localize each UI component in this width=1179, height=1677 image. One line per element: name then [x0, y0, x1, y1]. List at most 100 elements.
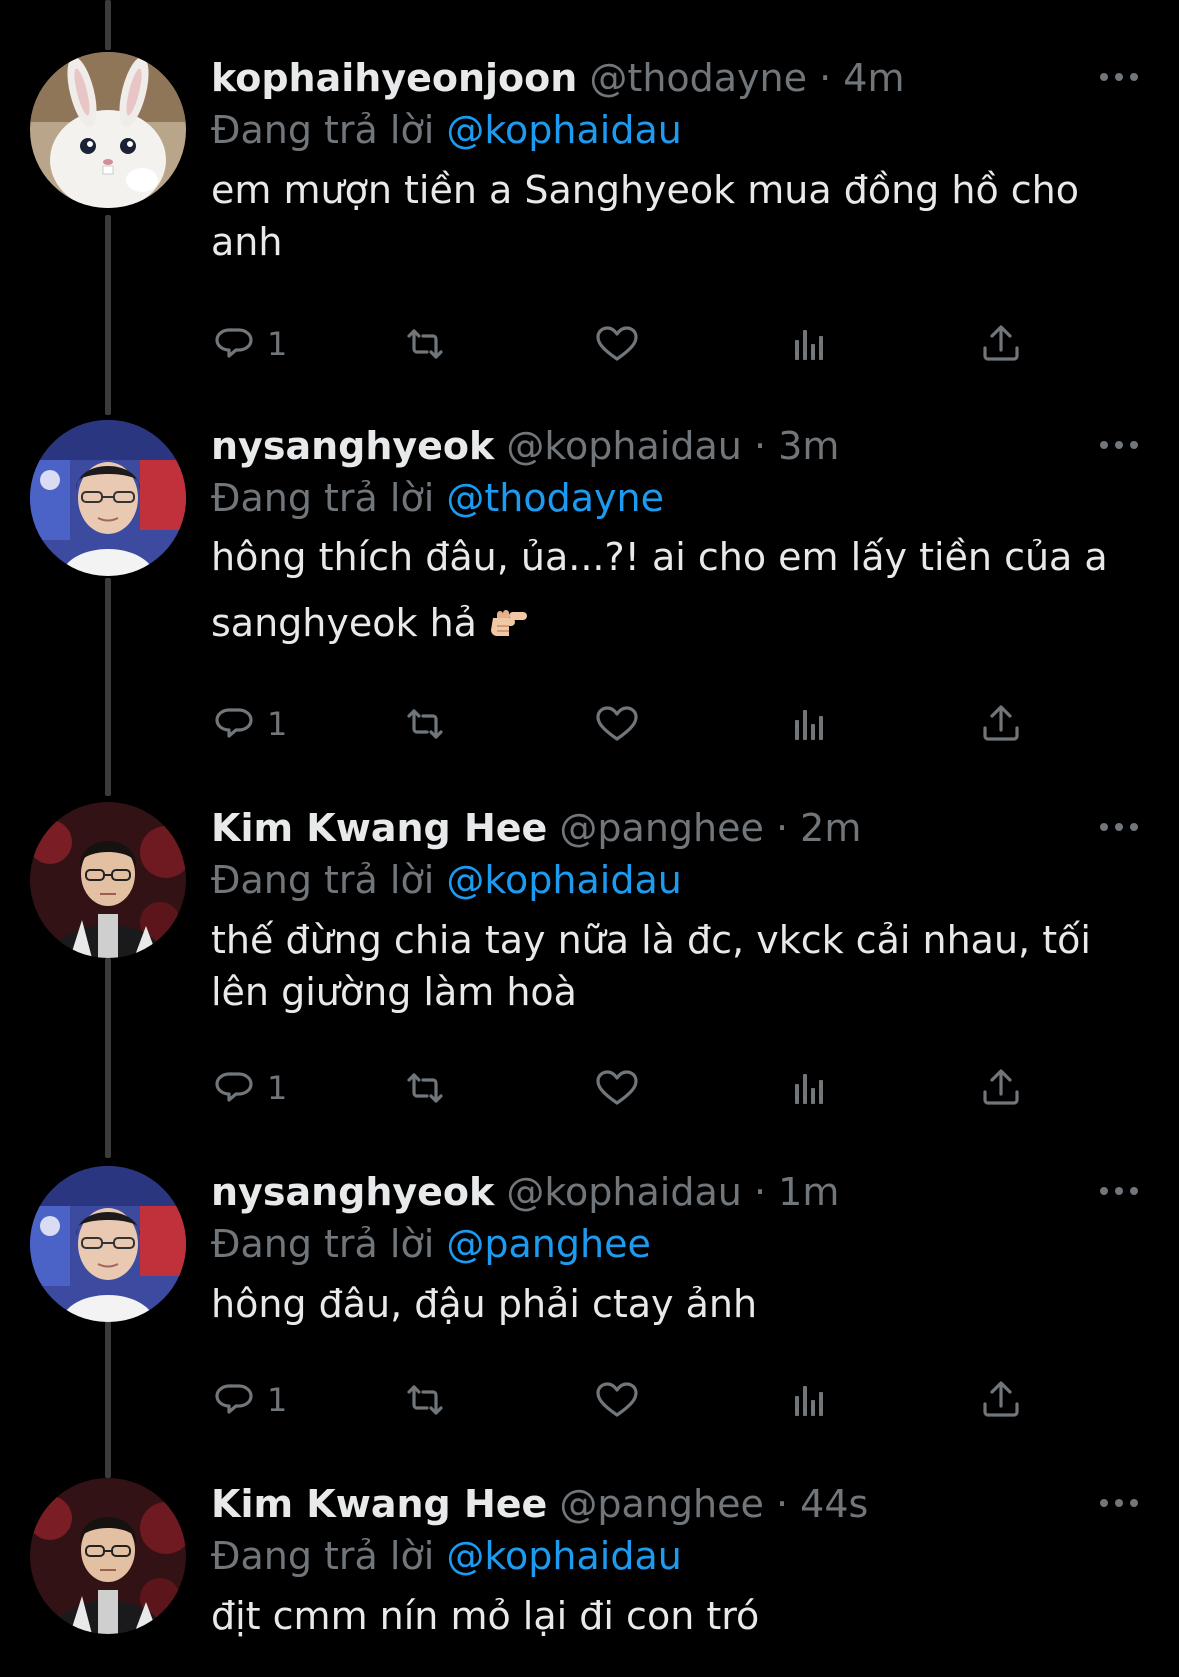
views-button[interactable]: [785, 1376, 833, 1424]
reply-count: 1: [267, 1381, 288, 1419]
share-icon: [983, 1381, 1019, 1417]
thread-line-2: [105, 578, 111, 796]
reply-mention[interactable]: @thodayne: [446, 476, 664, 520]
retweet-button[interactable]: [401, 700, 449, 748]
tweet-text: địt cmm nín mỏ lại đi con tró: [211, 1594, 760, 1638]
tweet-text-content: hông thích đâu, ủa...?! ai cho em lấy ti…: [211, 535, 1108, 645]
separator-dot: ·: [775, 806, 789, 850]
display-name[interactable]: nysanghyeok: [211, 424, 494, 468]
reply-button[interactable]: 1: [211, 1376, 287, 1424]
reply-icon: [215, 708, 253, 738]
action-bar: 1: [211, 1064, 1041, 1112]
like-button[interactable]: [593, 320, 641, 368]
separator-dot: ·: [753, 424, 767, 468]
action-bar: 1: [211, 320, 1041, 368]
reply-button[interactable]: 1: [211, 700, 287, 748]
tweet-text: hông thích đâu, ủa...?! ai cho em lấy ti…: [211, 524, 1139, 656]
views-icon: [795, 710, 823, 740]
user-handle[interactable]: @panghee: [559, 806, 763, 850]
retweet-button[interactable]: [401, 1376, 449, 1424]
reply-mention[interactable]: @panghee: [446, 1222, 650, 1266]
user-handle[interactable]: @kophaidau: [506, 424, 741, 468]
replying-label: Đang trả lời: [211, 858, 435, 902]
reply-mention[interactable]: @kophaidau: [446, 108, 681, 152]
share-button[interactable]: [977, 320, 1025, 368]
more-icon[interactable]: [1099, 1496, 1139, 1510]
tweet-text: thế đừng chia tay nữa là đc, vkck cải nh…: [211, 918, 1091, 1014]
avatar[interactable]: [30, 1478, 186, 1634]
like-button[interactable]: [593, 700, 641, 748]
thread-line-1: [105, 215, 111, 415]
action-bar: 1: [211, 700, 1041, 748]
display-name[interactable]: nysanghyeok: [211, 1170, 494, 1214]
share-button[interactable]: [977, 1376, 1025, 1424]
reply-icon: [215, 1072, 253, 1102]
like-button[interactable]: [593, 1376, 641, 1424]
reply-button[interactable]: 1: [211, 1064, 287, 1112]
replying-to: Đang trả lời @panghee: [211, 1218, 1139, 1270]
replying-label: Đang trả lời: [211, 476, 435, 520]
replying-to: Đang trả lời @kophaidau: [211, 854, 1139, 906]
thread-line-top: [105, 0, 111, 50]
reply-icon: [215, 328, 253, 358]
more-icon[interactable]: [1099, 70, 1139, 84]
separator-dot: ·: [753, 1170, 767, 1214]
like-icon: [596, 1382, 638, 1417]
views-icon: [795, 1386, 823, 1416]
reply-button[interactable]: 1: [211, 320, 287, 368]
separator-dot: ·: [775, 1482, 789, 1526]
panghee-avatar-image: [30, 1478, 186, 1634]
separator-dot: ·: [819, 56, 832, 100]
timestamp[interactable]: 2m: [800, 806, 861, 850]
tweet-header: Kim Kwang Hee @panghee · 44s: [211, 1478, 1139, 1530]
user-handle[interactable]: @kophaidau: [506, 1170, 741, 1214]
user-handle[interactable]: @panghee: [559, 1482, 763, 1526]
tweet-text: em mượn tiền a Sanghyeok mua đồng hồ cho…: [211, 168, 1080, 264]
views-icon: [795, 1074, 823, 1104]
views-icon: [795, 330, 823, 360]
avatar[interactable]: [30, 1166, 186, 1322]
retweet-button[interactable]: [401, 1064, 449, 1112]
reply-mention[interactable]: @kophaidau: [446, 1534, 681, 1578]
display-name[interactable]: Kim Kwang Hee: [211, 1482, 547, 1526]
timestamp[interactable]: 3m: [778, 424, 839, 468]
timestamp[interactable]: 1m: [778, 1170, 839, 1214]
display-name[interactable]: kophaihyeonjoon: [211, 56, 577, 100]
tweet-header: kophaihyeonjoon @thodayne · 4m: [211, 52, 1139, 104]
reply-count: 1: [267, 325, 288, 363]
timestamp[interactable]: 44s: [800, 1482, 868, 1526]
like-icon: [596, 326, 638, 361]
more-icon[interactable]: [1099, 1184, 1139, 1198]
retweet-button[interactable]: [401, 320, 449, 368]
avatar[interactable]: [30, 52, 186, 208]
reply-mention[interactable]: @kophaidau: [446, 858, 681, 902]
share-icon: [983, 325, 1019, 361]
tweet-header: Kim Kwang Hee @panghee · 2m: [211, 802, 1139, 854]
share-button[interactable]: [977, 1064, 1025, 1112]
tweet-text: hông đâu, đậu phải ctay ảnh: [211, 1282, 758, 1326]
timestamp[interactable]: 4m: [843, 56, 904, 100]
avatar[interactable]: [30, 420, 186, 576]
panghee-avatar-image: [30, 802, 186, 958]
more-icon[interactable]: [1099, 820, 1139, 834]
views-button[interactable]: [785, 1064, 833, 1112]
replying-label: Đang trả lời: [211, 1222, 435, 1266]
like-button[interactable]: [593, 1064, 641, 1112]
avatar[interactable]: [30, 802, 186, 958]
sanghyeok-avatar-image: [30, 1166, 186, 1322]
reply-count: 1: [267, 1069, 288, 1107]
retweet-icon: [407, 329, 443, 359]
action-bar: 1: [211, 1376, 1041, 1424]
replying-label: Đang trả lời: [211, 1534, 435, 1578]
views-button[interactable]: [785, 320, 833, 368]
reply-count: 1: [267, 705, 288, 743]
share-button[interactable]: [977, 700, 1025, 748]
display-name[interactable]: Kim Kwang Hee: [211, 806, 547, 850]
retweet-icon: [407, 1385, 443, 1415]
retweet-icon: [407, 1073, 443, 1103]
more-icon[interactable]: [1099, 438, 1139, 452]
sanghyeok-avatar-image: [30, 420, 186, 576]
tweet-header: nysanghyeok @kophaidau · 3m: [211, 420, 1139, 472]
views-button[interactable]: [785, 700, 833, 748]
user-handle[interactable]: @thodayne: [589, 56, 807, 100]
